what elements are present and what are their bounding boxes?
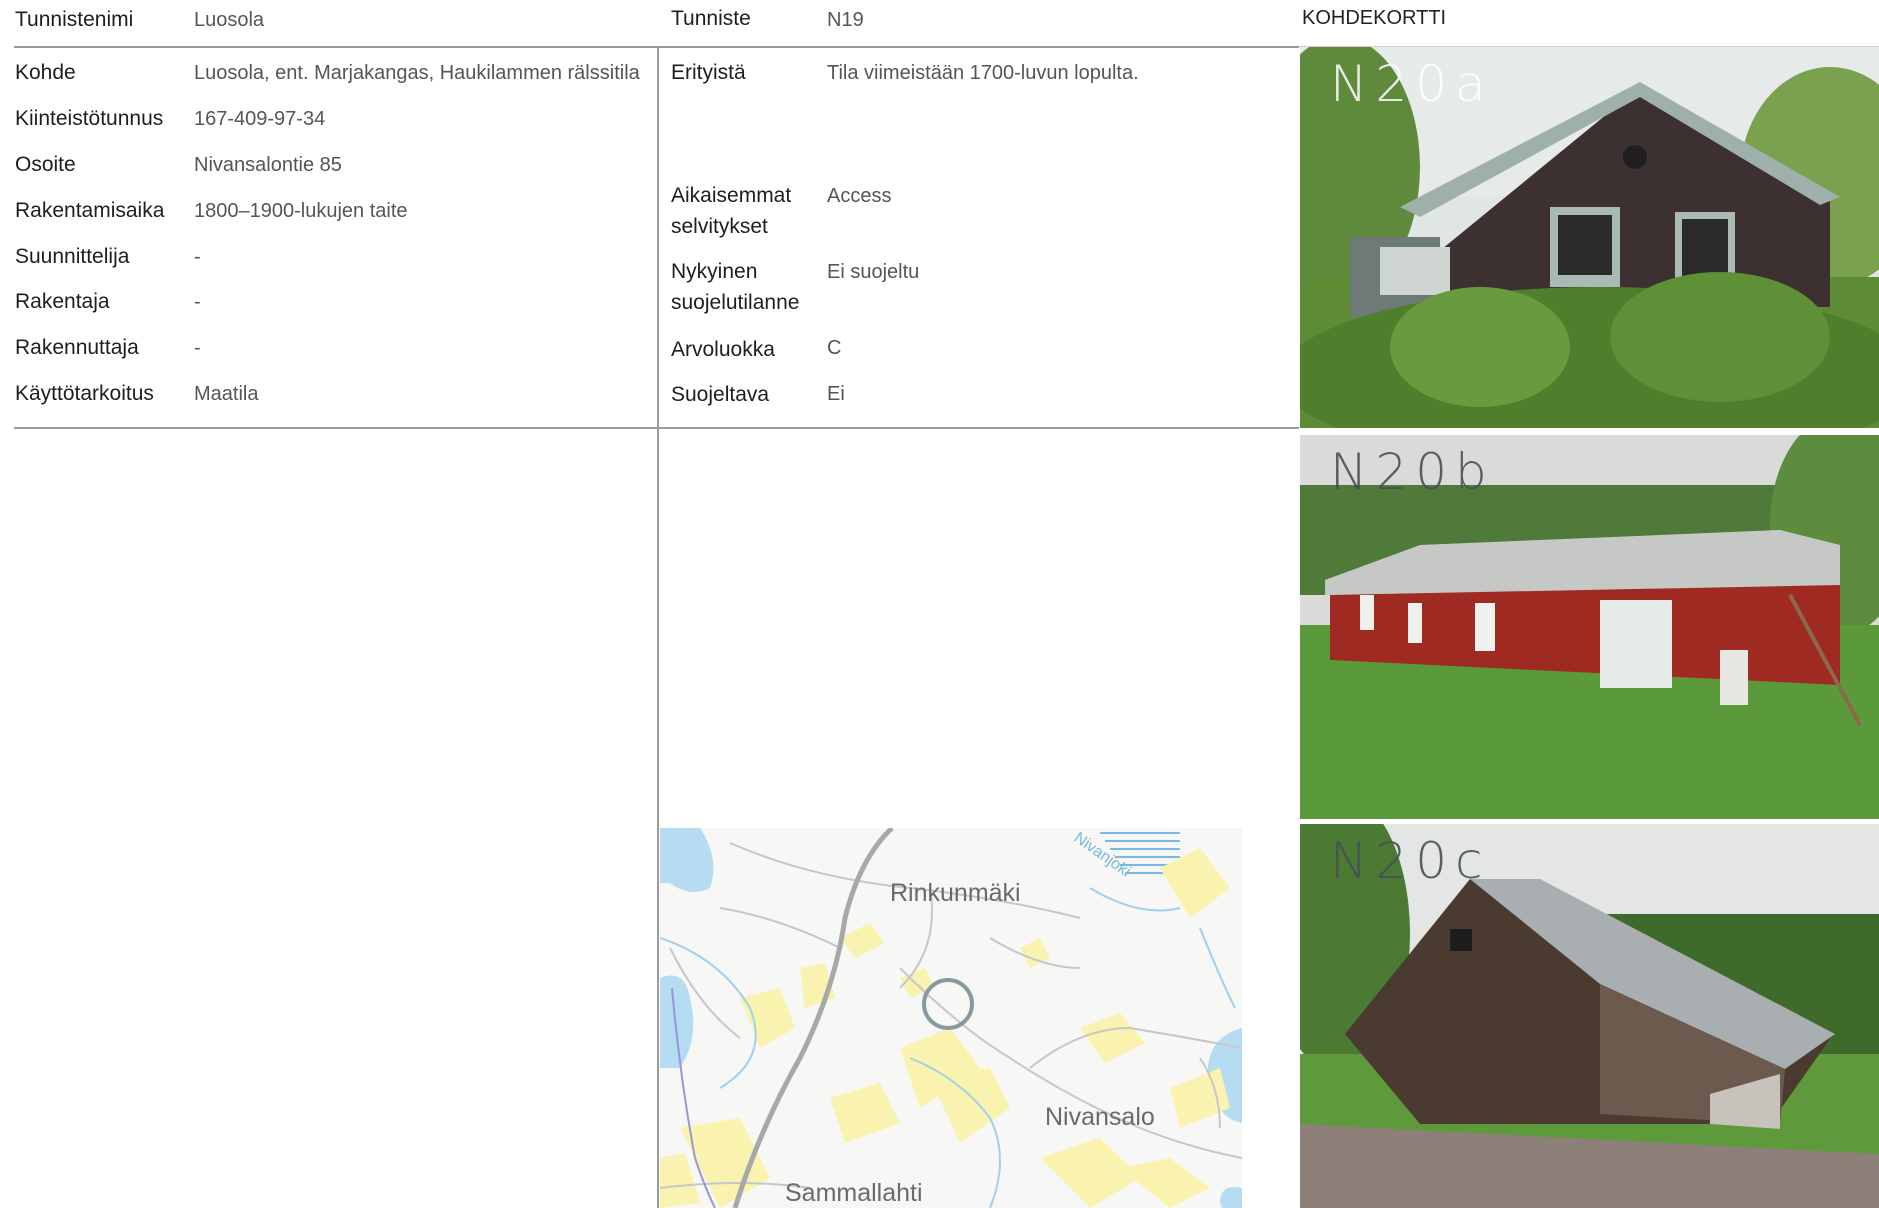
photo-label-n20a: N20a [1330, 55, 1494, 113]
location-map[interactable]: Rinkunmäki Nivansalo Sammallahti Nivanjo… [660, 828, 1242, 1208]
field-value-rakentamisaika: 1800–1900-lukujen taite [194, 200, 408, 222]
field-label-arvoluokka: Arvoluokka [671, 338, 775, 361]
field-label-rakentaja: Rakentaja [15, 290, 110, 313]
field-value-kiinteistotunnus: 167-409-97-34 [194, 108, 326, 130]
header-label-tunnistenimi: Tunnistenimi [15, 8, 134, 31]
photo-n20c: N20c [1300, 824, 1879, 1208]
field-value-nykyinen: Ei suojeltu [827, 261, 920, 283]
field-value-kayttotarkoitus: Maatila [194, 383, 259, 405]
field-label-aikaisemmat-2: selvitykset [671, 215, 768, 238]
field-label-nykyinen-1: Nykyinen [671, 260, 758, 283]
photo-label-n20c: N20c [1330, 832, 1491, 890]
header-value-tunnistenimi: Luosola [194, 9, 265, 31]
field-label-kayttotarkoitus: Käyttötarkoitus [15, 382, 154, 405]
field-value-aikaisemmat: Access [827, 185, 892, 207]
header-value-tunniste: N19 [827, 9, 864, 31]
field-value-rakentaja: - [194, 291, 201, 313]
field-label-suojeltava: Suojeltava [671, 383, 770, 406]
field-value-suojeltava: Ei [827, 383, 845, 405]
photo-label-n20b: N20b [1330, 443, 1495, 501]
field-label-suunnittelija: Suunnittelija [15, 245, 130, 268]
field-value-arvoluokka: C [827, 337, 842, 359]
field-value-erityista: Tila viimeistään 1700-luvun lopulta. [827, 62, 1139, 84]
map-label-rinkunmaki: Rinkunmäki [890, 879, 1021, 907]
map-label-nivansalo: Nivansalo [1045, 1103, 1155, 1131]
lake-area-icon [660, 828, 714, 892]
map-graphic: Rinkunmäki Nivansalo Sammallahti Nivanjo… [660, 828, 1242, 1208]
header-label-tunniste: Tunniste [671, 7, 751, 30]
map-label-sammallahti: Sammallahti [785, 1179, 923, 1207]
photo-n20b: N20b [1300, 435, 1879, 819]
field-label-rakennuttaja: Rakennuttaja [15, 336, 139, 359]
field-label-aikaisemmat-1: Aikaisemmat [671, 184, 792, 207]
card-title: KOHDEKORTTI [1302, 7, 1447, 29]
field-label-erityista: Erityistä [671, 61, 746, 84]
field-label-nykyinen-2: suojelutilanne [671, 291, 800, 314]
photo-n20a: N20a [1300, 47, 1879, 428]
field-label-osoite: Osoite [15, 153, 76, 176]
field-label-rakentamisaika: Rakentamisaika [15, 199, 165, 222]
field-value-osoite: Nivansalontie 85 [194, 154, 342, 176]
field-value-suunnittelija: - [194, 246, 201, 268]
field-value-rakennuttaja: - [194, 337, 201, 359]
field-label-kiinteistotunnus: Kiinteistötunnus [15, 107, 164, 130]
field-value-kohde: Luosola, ent. Marjakangas, Haukilammen r… [194, 62, 640, 84]
field-label-kohde: Kohde [15, 61, 76, 84]
column-divider [657, 46, 659, 1208]
